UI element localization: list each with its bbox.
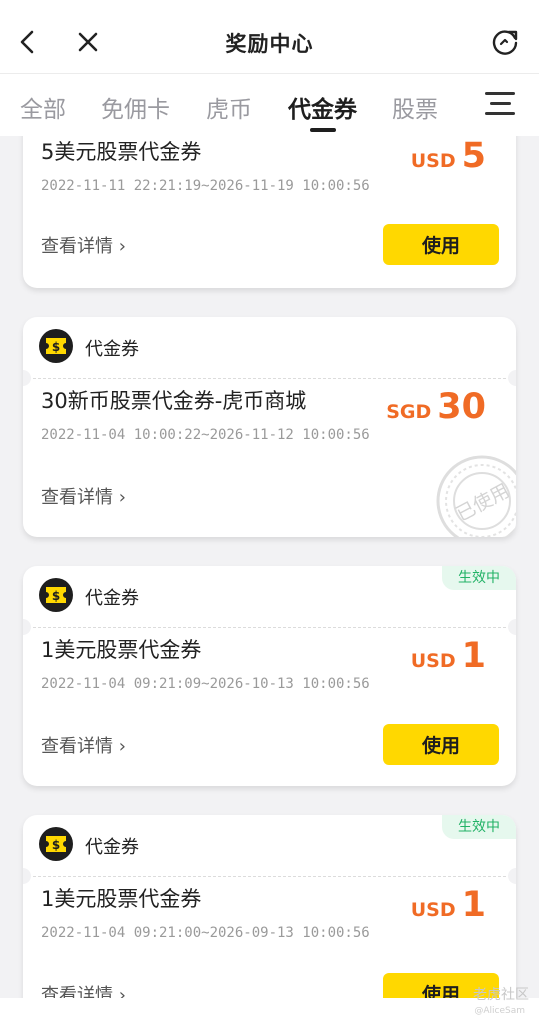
coupon-currency: USD [410,150,456,172]
tab-tiger-coins[interactable]: 虎币 [206,90,252,124]
coupon-value: 30 [437,387,486,427]
category-tabs: 全部 免佣卡 虎币 代金券 股票 [0,74,539,136]
card-notch [23,370,31,386]
coupon-name: 1美元股票代金券 [41,887,202,911]
svg-text:$: $ [52,340,60,354]
coupon-name: 30新币股票代金券-虎币商城 [41,389,307,413]
coupon-amount: USD 1 [411,636,486,676]
tab-stocks[interactable]: 股票 [392,90,438,124]
use-button[interactable]: 使用 [383,724,499,765]
tab-all[interactable]: 全部 [20,90,66,124]
coupon-card: 生效中 $ 代金券 1美元股票代金券 USD 1 2022-11-04 09:21… [23,566,516,786]
view-details-link[interactable]: 查看详情 › [41,732,126,758]
used-stamp-icon: 已使用 [436,455,516,537]
svg-text:$: $ [52,589,60,603]
coupon-value: 1 [461,885,486,925]
coupon-currency: USD [410,899,456,921]
coupon-list[interactable]: 5美元股票代金券 USD 5 2022-11-11 22:21:19~2026-1… [0,136,539,1000]
coupon-validity: 2022-11-04 09:21:00~2026-09-13 10:00:56 [41,925,370,941]
coupon-currency: USD [410,650,456,672]
use-button[interactable]: 使用 [383,224,499,265]
refresh-icon[interactable] [485,22,525,62]
view-details-link[interactable]: 查看详情 › [41,232,126,258]
card-notch [508,619,516,635]
card-divider [33,627,506,628]
svg-text:$: $ [52,838,60,852]
card-divider [33,876,506,877]
coupon-icon: $ [39,329,73,363]
coupon-type: 代金券 [85,837,139,858]
card-notch [23,868,31,884]
coupon-currency: SGD [386,401,432,423]
coupon-type: 代金券 [85,339,139,360]
watermark-brand: 老虎社区 [473,987,529,1003]
coupon-icon: $ [39,827,73,861]
status-badge: 生效中 [442,566,516,590]
coupon-validity: 2022-11-11 22:21:19~2026-11-19 10:00:56 [41,178,370,194]
coupon-value: 1 [461,636,486,676]
coupon-icon: $ [39,578,73,612]
card-divider [33,378,506,379]
view-details-link[interactable]: 查看详情 › [41,483,126,509]
card-notch [508,370,516,386]
coupon-validity: 2022-11-04 10:00:22~2026-11-12 10:00:56 [41,427,370,443]
coupon-value: 5 [461,136,486,176]
status-badge: 生效中 [442,815,516,839]
watermark-user: @AliceSam [474,1006,525,1016]
coupon-card: 5美元股票代金券 USD 5 2022-11-11 22:21:19~2026-1… [23,136,516,288]
coupon-name: 1美元股票代金券 [41,638,202,662]
bottom-bar [0,998,539,1024]
tab-vouchers[interactable]: 代金券 [288,90,357,124]
active-tab-indicator [310,128,336,132]
coupon-amount: SGD 30 [386,387,486,427]
page-title: 奖励中心 [225,32,314,56]
card-notch [508,868,516,884]
card-notch [23,619,31,635]
tab-commission-free-card[interactable]: 免佣卡 [101,90,170,124]
coupon-name: 5美元股票代金券 [41,140,202,164]
coupon-type: 代金券 [85,588,139,609]
top-nav-bar: 奖励中心 [0,0,539,74]
coupon-amount: USD 5 [411,136,486,176]
coupon-card: $ 代金券 30新币股票代金券-虎币商城 SGD 30 2022-11-04 10… [23,317,516,537]
coupon-validity: 2022-11-04 09:21:09~2026-10-13 10:00:56 [41,676,370,692]
coupon-card: 生效中 $ 代金券 1美元股票代金券 USD 1 2022-11-04 09:21… [23,815,516,1000]
menu-icon[interactable] [485,92,515,120]
coupon-amount: USD 1 [411,885,486,925]
